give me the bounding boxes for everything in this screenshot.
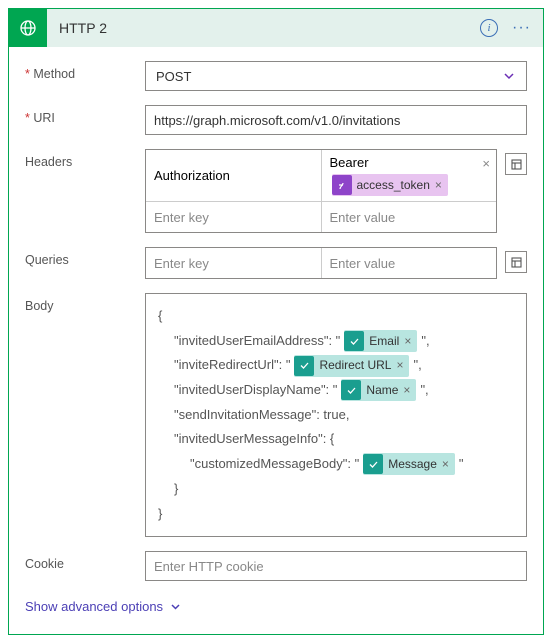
method-select[interactable]: POST	[145, 61, 527, 91]
cookie-label: Cookie	[25, 551, 145, 571]
fx-icon	[332, 175, 352, 195]
header-row-remove[interactable]: ×	[482, 156, 490, 171]
header-value-new[interactable]: Enter value	[322, 202, 497, 232]
card-header: HTTP 2 i ···	[9, 9, 543, 47]
token-remove-icon[interactable]: ×	[442, 453, 449, 476]
method-label: * Method	[25, 61, 145, 81]
header-value-0[interactable]: Bearer access_token× ×	[322, 150, 497, 201]
token-remove-icon[interactable]: ×	[396, 354, 403, 377]
query-value-new[interactable]: Enter value	[322, 248, 497, 278]
token-remove-icon[interactable]: ×	[403, 379, 410, 402]
headers-table: Authorization Bearer access_token× × Ent…	[145, 149, 497, 233]
body-editor[interactable]: { "invitedUserEmailAddress": " Email× ",…	[145, 293, 527, 537]
uri-input[interactable]: https://graph.microsoft.com/v1.0/invitat…	[145, 105, 527, 135]
dynamic-icon	[294, 356, 314, 376]
card-body: * Method POST * URI https://graph.micros…	[9, 47, 543, 634]
token-redirect-url[interactable]: Redirect URL×	[294, 355, 409, 377]
queries-table: Enter key Enter value	[145, 247, 497, 279]
token-name[interactable]: Name×	[341, 379, 416, 401]
cookie-input[interactable]: Enter HTTP cookie	[145, 551, 527, 581]
header-key-new[interactable]: Enter key	[146, 202, 322, 232]
query-key-new[interactable]: Enter key	[146, 248, 322, 278]
token-access-token[interactable]: access_token×	[332, 174, 448, 196]
uri-label: * URI	[25, 105, 145, 125]
dynamic-icon	[363, 454, 383, 474]
queries-switch-mode[interactable]	[505, 251, 527, 273]
headers-label: Headers	[25, 149, 145, 169]
headers-switch-mode[interactable]	[505, 153, 527, 175]
show-advanced-link[interactable]: Show advanced options	[25, 599, 182, 614]
card-title: HTTP 2	[47, 20, 480, 36]
body-label: Body	[25, 293, 145, 313]
dynamic-icon	[344, 331, 364, 351]
more-icon[interactable]: ···	[512, 19, 531, 37]
token-message[interactable]: Message×	[363, 453, 455, 475]
token-email[interactable]: Email×	[344, 330, 417, 352]
token-remove-icon[interactable]: ×	[404, 330, 411, 353]
info-icon[interactable]: i	[480, 19, 498, 37]
http-action-card: HTTP 2 i ··· * Method POST * URI https:/…	[8, 8, 544, 635]
http-icon	[9, 9, 47, 47]
chevron-down-icon	[502, 69, 516, 83]
token-remove-icon[interactable]: ×	[435, 178, 442, 192]
queries-label: Queries	[25, 247, 145, 267]
dynamic-icon	[341, 380, 361, 400]
header-key-0[interactable]: Authorization	[146, 150, 322, 201]
chevron-down-icon	[169, 600, 182, 613]
method-value: POST	[156, 69, 191, 84]
